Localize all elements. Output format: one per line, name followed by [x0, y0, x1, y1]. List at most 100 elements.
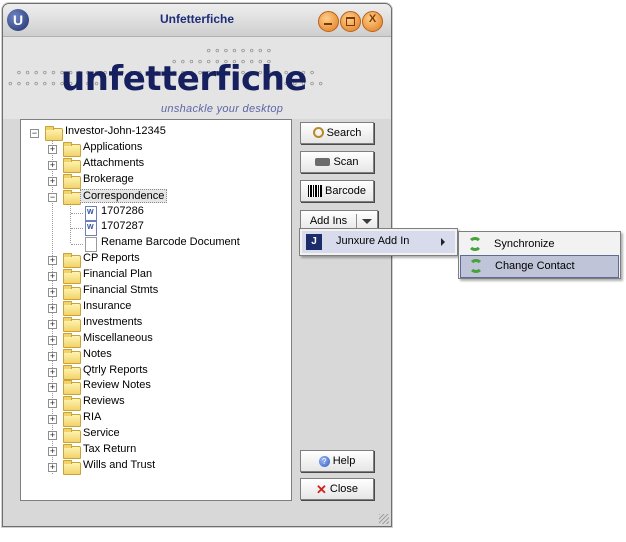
search-button[interactable]: Search — [300, 122, 374, 144]
junxure-icon: J — [306, 234, 322, 250]
expand-toggle[interactable]: + — [48, 431, 57, 441]
menu-item-synchronize[interactable]: Synchronize — [460, 234, 619, 255]
expand-toggle[interactable]: + — [48, 303, 57, 313]
folder-icon — [63, 396, 81, 412]
synchronize-label: Synchronize — [494, 238, 555, 250]
app-window: U Unfetterfiche X ∘∘∘∘∘∘∘∘ ∘∘∘∘∘∘∘∘∘∘∘∘ … — [2, 3, 392, 527]
tree-connector — [71, 228, 83, 230]
tree-item-label[interactable]: Review Notes — [83, 379, 151, 391]
tree-connector — [70, 203, 71, 244]
change-contact-label: Change Contact — [495, 260, 575, 272]
scanner-icon — [315, 158, 331, 167]
sync-icon — [468, 237, 482, 251]
menu-item-change-contact[interactable]: Change Contact — [460, 255, 619, 278]
expand-toggle[interactable]: + — [48, 462, 57, 472]
logo-tagline: unshackle your desktop — [161, 103, 284, 115]
menu-item-junxure-label: Junxure Add In — [336, 235, 410, 247]
expand-toggle[interactable]: + — [48, 256, 57, 266]
search-label: Search — [326, 127, 362, 139]
folder-icon — [63, 380, 81, 396]
close-label: Close — [329, 483, 359, 495]
expand-toggle[interactable]: + — [48, 447, 57, 456]
expand-toggle[interactable]: + — [48, 335, 57, 345]
expand-toggle[interactable]: + — [48, 288, 57, 297]
addins-menu: J Junxure Add In — [299, 228, 458, 256]
folder-icon — [63, 459, 81, 475]
expand-toggle[interactable]: + — [48, 176, 57, 186]
split-divider — [356, 214, 357, 228]
minimize-button[interactable] — [318, 11, 339, 32]
tree-child-label[interactable]: 1707287 — [101, 220, 144, 232]
word-document-icon — [85, 221, 97, 237]
tree-item-label[interactable]: Qtrly Reports — [83, 364, 148, 376]
folder-icon — [63, 428, 81, 444]
tree-root-label[interactable]: Investor-John-12345 — [65, 125, 166, 137]
barcode-icon — [308, 185, 322, 198]
folder-icon — [45, 126, 63, 141]
folder-icon — [63, 285, 81, 300]
tree-item-label[interactable]: Tax Return — [83, 443, 136, 455]
help-button[interactable]: ? Help — [300, 450, 374, 472]
tree-item-label[interactable]: Applications — [83, 141, 142, 153]
expand-toggle[interactable]: + — [48, 319, 57, 329]
tree-item-label[interactable]: CP Reports — [83, 252, 140, 264]
folder-icon — [63, 332, 81, 348]
tree-child-label[interactable]: Rename Barcode Document — [101, 236, 240, 248]
tree-item-label[interactable]: Service — [83, 427, 120, 439]
help-icon: ? — [318, 455, 330, 467]
junxure-submenu: Synchronize Change Contact — [458, 231, 621, 279]
folder-icon — [63, 269, 81, 285]
resize-grip-icon[interactable] — [379, 514, 389, 524]
scan-button[interactable]: Scan — [300, 151, 374, 173]
search-icon — [312, 126, 324, 138]
tree-item-label[interactable]: Brokerage — [83, 173, 134, 185]
folder-icon — [63, 316, 81, 332]
expand-toggle[interactable]: + — [48, 367, 57, 377]
tree-item-label[interactable]: Insurance — [83, 300, 131, 312]
sync-icon — [469, 259, 483, 273]
expand-toggle[interactable]: + — [48, 144, 57, 154]
tree-item-label[interactable]: RIA — [83, 411, 101, 423]
maximize-icon — [346, 17, 355, 26]
folder-icon — [63, 444, 81, 459]
help-label: Help — [332, 455, 356, 467]
document-icon — [85, 237, 97, 253]
dropdown-arrow-icon[interactable] — [362, 219, 372, 224]
tree-item-label[interactable]: Attachments — [83, 157, 144, 169]
maximize-button[interactable] — [340, 11, 361, 32]
folder-icon — [63, 348, 81, 364]
tree-child-label[interactable]: 1707286 — [101, 205, 144, 217]
folder-tree[interactable]: − Investor-John-12345 + Applications + Attach… — [20, 119, 292, 501]
tree-item-label[interactable]: Wills and Trust — [83, 459, 155, 471]
logo-banner: ∘∘∘∘∘∘∘∘ ∘∘∘∘∘∘∘∘∘∘∘∘ ∘∘∘∘∘∘∘∘∘∘∘∘∘∘∘∘∘∘… — [3, 37, 391, 119]
expand-toggle[interactable]: + — [48, 383, 57, 393]
folder-icon — [63, 364, 81, 380]
tree-connector — [71, 212, 83, 214]
close-icon: X — [368, 13, 377, 25]
collapse-toggle[interactable]: − — [30, 129, 39, 138]
expand-toggle[interactable]: + — [48, 351, 57, 361]
folder-icon — [63, 173, 81, 189]
tree-item-label[interactable]: Investments — [83, 316, 142, 328]
barcode-label: Barcode — [325, 185, 366, 197]
tree-item-label[interactable]: Financial Plan — [83, 268, 152, 280]
submenu-arrow-icon — [441, 238, 445, 246]
tree-item-label[interactable]: Reviews — [83, 395, 125, 407]
tree-connector — [71, 244, 83, 246]
expand-toggle[interactable]: + — [48, 415, 57, 425]
close-window-button[interactable]: X — [362, 11, 383, 32]
expand-toggle[interactable]: + — [48, 272, 57, 282]
folder-icon — [63, 253, 81, 269]
collapse-toggle[interactable]: − — [48, 192, 57, 202]
tree-item-label[interactable]: Miscellaneous — [83, 332, 153, 344]
folder-icon — [63, 412, 81, 428]
tree-item-label[interactable]: Correspondence — [80, 188, 168, 203]
close-x-icon: ✕ — [315, 481, 327, 497]
expand-toggle[interactable]: + — [48, 399, 57, 409]
barcode-button[interactable]: Barcode — [300, 180, 374, 202]
tree-item-label[interactable]: Notes — [83, 348, 112, 360]
expand-toggle[interactable]: + — [48, 160, 57, 170]
close-button[interactable]: ✕ Close — [300, 478, 374, 500]
title-bar[interactable]: U Unfetterfiche X — [3, 4, 391, 37]
tree-item-label[interactable]: Financial Stmts — [83, 284, 158, 296]
